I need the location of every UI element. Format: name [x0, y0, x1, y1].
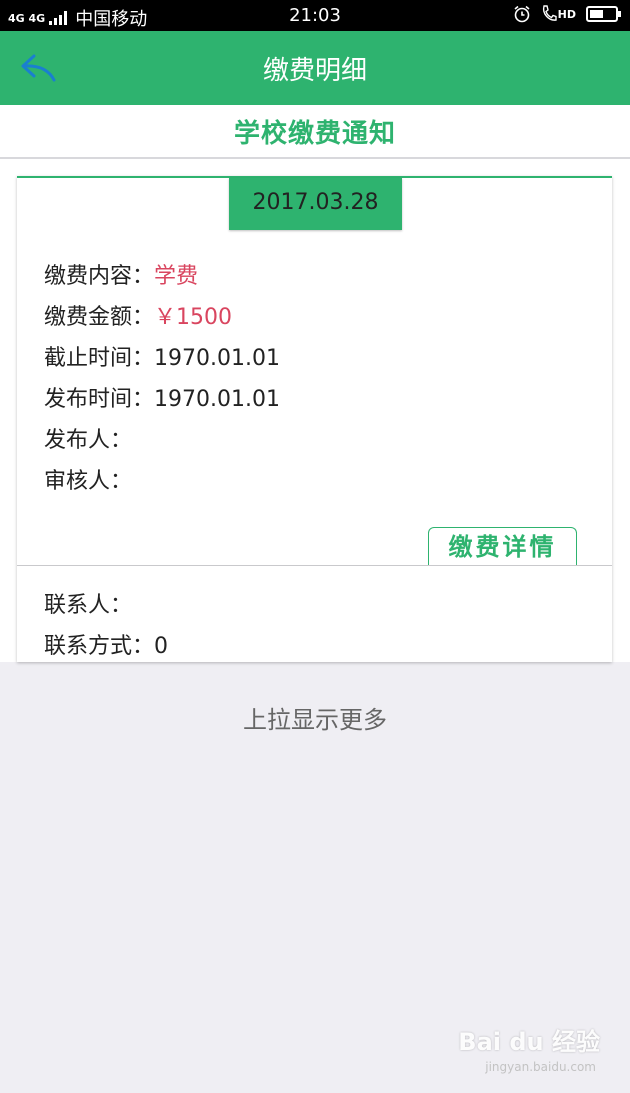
- publish-time-value: 1970.01.01: [154, 387, 280, 412]
- watermark-brand: Bai du 经验: [458, 1028, 600, 1056]
- deadline-value: 1970.01.01: [154, 346, 280, 371]
- row-publish-time: 发布时间：1970.01.01: [44, 381, 280, 413]
- deadline-label: 截止时间：: [44, 346, 155, 371]
- pull-to-load-more[interactable]: 上拉显示更多: [0, 700, 630, 735]
- row-fee-content: 缴费内容：学费: [44, 258, 198, 290]
- alarm-icon: [514, 5, 530, 23]
- fee-content-label: 缴费内容：: [44, 264, 155, 289]
- payment-card: 2017.03.28 缴费内容：学费 缴费金额：￥1500 截止时间：1970.…: [17, 176, 612, 662]
- row-deadline: 截止时间：1970.01.01: [44, 340, 280, 372]
- notice-header: 学校缴费通知: [0, 105, 630, 159]
- publisher-label: 发布人：: [44, 428, 133, 453]
- fee-content-value: 学费: [154, 264, 199, 289]
- app-header: 缴费明细: [0, 31, 630, 105]
- payment-detail-button[interactable]: 缴费详情: [428, 527, 577, 566]
- page-title: 缴费明细: [262, 56, 367, 86]
- call-hd-indicator: HD: [541, 5, 576, 23]
- contact-person-label: 联系人：: [44, 593, 133, 618]
- row-reviewer: 审核人：: [44, 463, 132, 495]
- watermark-url: jingyan.baidu.com: [485, 1060, 596, 1074]
- phone-icon: [542, 5, 557, 21]
- contact-method-value: 0: [154, 634, 169, 659]
- battery-fill: [590, 10, 603, 18]
- battery-icon: [586, 6, 621, 22]
- reviewer-label: 审核人：: [44, 469, 133, 494]
- fee-amount-value: ￥1500: [154, 305, 233, 330]
- row-fee-amount: 缴费金额：￥1500: [44, 299, 232, 331]
- publish-time-label: 发布时间：: [44, 387, 155, 412]
- hd-label: HD: [557, 7, 576, 21]
- fee-amount-label: 缴费金额：: [44, 305, 155, 330]
- date-tab: 2017.03.28: [229, 178, 402, 230]
- row-publisher: 发布人：: [44, 422, 132, 454]
- row-contact-person: 联系人：: [44, 587, 132, 619]
- contact-method-label: 联系方式：: [44, 634, 155, 659]
- card-divider: [17, 565, 612, 566]
- notice-title: 学校缴费通知: [233, 119, 396, 149]
- status-right: HD: [513, 5, 621, 23]
- row-contact-method: 联系方式：0: [44, 628, 168, 660]
- status-bar: 4G 4G 中国移动 21:03 HD: [0, 0, 630, 31]
